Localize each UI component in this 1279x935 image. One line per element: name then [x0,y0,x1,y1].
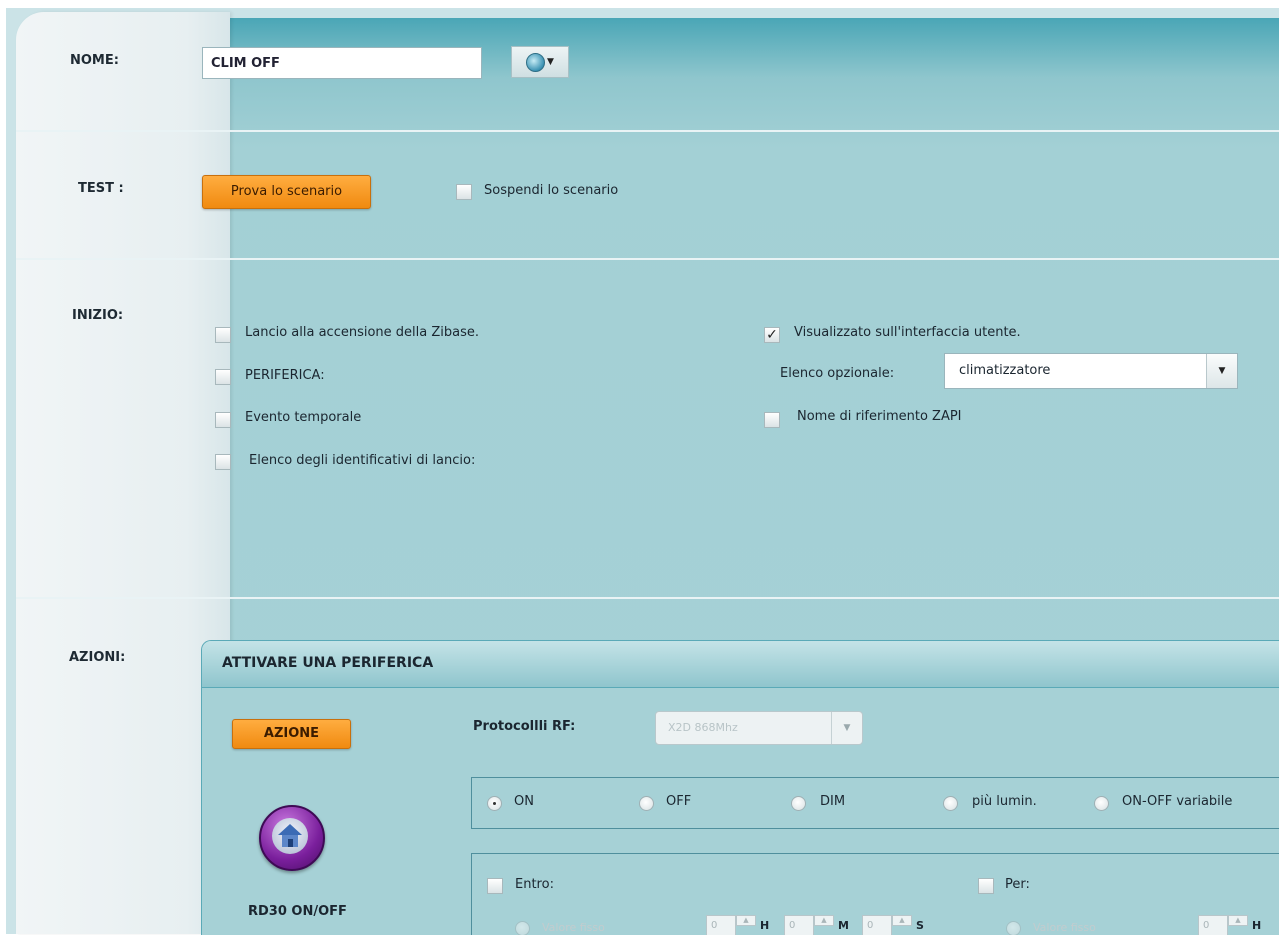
minutes-spinner[interactable]: 0 ▲ M [784,915,849,935]
suspend-scenario-checkbox[interactable] [456,184,472,200]
time-event-checkbox[interactable] [215,412,231,428]
inizio-label: INIZIO: [72,308,124,323]
label-column [16,12,230,934]
name-input[interactable]: CLIM OFF [202,47,482,79]
seconds-spinner[interactable]: 0 ▲ S [862,915,926,935]
mode-radio-variable[interactable] [1094,796,1109,811]
launch-identifiers-checkbox[interactable] [215,454,231,470]
spin-up-icon[interactable]: ▲ [736,915,756,926]
mode-label-on: ON [514,794,534,809]
fixed-value-radio[interactable] [515,921,530,935]
separator [16,597,1279,599]
launch-on-power-checkbox[interactable] [215,327,231,343]
mode-label-dim: DIM [820,794,846,809]
nome-label: NOME: [70,53,119,68]
globe-icon [526,52,546,72]
timing-group: Entro: Per: Valore fisso 0 ▲ H 0 ▲ M 0 ▲ S … [471,853,1279,935]
launch-on-power-label: Lancio alla accensione della Zibase. [245,325,479,340]
optional-list-label: Elenco opzionale: [780,366,895,381]
spin-up-icon[interactable]: ▲ [892,915,912,926]
spin-up-icon[interactable]: ▲ [814,915,834,926]
ui-visible-label: Visualizzato sull'interfaccia utente. [794,325,1021,340]
azioni-label: AZIONI: [69,650,126,665]
per-fixed-value-radio[interactable] [1006,921,1021,935]
fixed-value-label: Valore fisso [542,921,605,934]
house-icon[interactable] [259,805,325,871]
per-checkbox[interactable] [978,878,994,894]
try-scenario-button[interactable]: Prova lo scenario [202,175,371,209]
device-name: RD30 ON/OFF [248,904,347,919]
mode-radio-group: ON OFF DIM più lumin. ON-OFF variabile [471,777,1279,829]
optional-list-value: climatizzatore [959,363,1051,378]
optional-list-select[interactable]: climatizzatore ▼ [944,353,1238,389]
zapi-checkbox[interactable] [764,412,780,428]
chevron-down-icon: ▼ [831,712,862,744]
panel-title: ATTIVARE UNA PERIFERICA [222,655,434,671]
entro-label: Entro: [515,877,554,892]
ui-visible-checkbox[interactable]: ✓ [764,327,780,343]
zapi-label: Nome di riferimento ZAPI [797,409,962,424]
per-fixed-value-label: Valore fisso [1033,921,1096,934]
spin-up-icon[interactable]: ▲ [1228,915,1248,926]
suspend-scenario-label: Sospendi lo scenario [484,183,619,198]
language-dropdown-button[interactable]: ▼ [511,46,569,78]
hours-spinner[interactable]: 0 ▲ H [706,915,770,935]
rf-protocol-select: X2D 868Mhz ▼ [655,711,863,745]
periferica-label: PERIFERICA: [245,368,325,383]
mode-label-off: OFF [666,794,692,809]
per-hours-spinner[interactable]: 0 ▲ H [1198,915,1262,935]
per-label: Per: [1005,877,1030,892]
periferica-checkbox[interactable] [215,369,231,385]
action-button[interactable]: AZIONE [232,719,351,749]
test-label: TEST : [78,181,124,196]
mode-label-variable: ON-OFF variabile [1122,794,1233,809]
separator [16,258,1279,260]
panel-header: ATTIVARE UNA PERIFERICA [202,641,1279,688]
checkmark-icon: ✓ [766,327,778,343]
entro-checkbox[interactable] [487,878,503,894]
mode-radio-dim[interactable] [791,796,806,811]
mode-radio-brighter[interactable] [943,796,958,811]
action-panel: ATTIVARE UNA PERIFERICA Protocollli RF: … [201,640,1279,935]
mode-radio-off[interactable] [639,796,654,811]
chevron-down-icon[interactable]: ▼ [1206,354,1237,388]
rf-protocol-value: X2D 868Mhz [668,721,738,734]
caret-down-icon: ▼ [547,57,554,67]
rf-protocol-label: Protocollli RF: [473,719,576,734]
mode-radio-on[interactable] [487,796,502,811]
launch-identifiers-label: Elenco degli identificativi di lancio: [249,453,476,468]
time-event-label: Evento temporale [245,410,362,425]
separator [16,130,1279,132]
mode-label-brighter: più lumin. [972,794,1037,809]
